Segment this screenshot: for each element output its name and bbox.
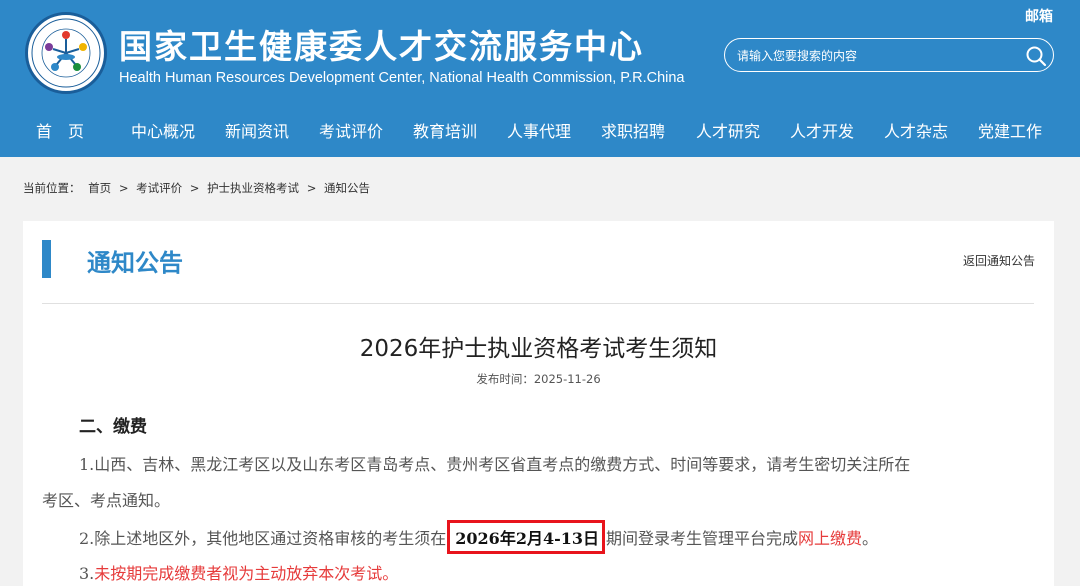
paragraph-2-end: 。 <box>862 529 879 548</box>
breadcrumb-separator: > <box>189 181 200 195</box>
site-title-chinese[interactable]: 国家卫生健康委人才交流服务中心 <box>119 20 644 68</box>
breadcrumb-exam[interactable]: 考试评价 <box>136 181 182 195</box>
publish-info: 发布时间：2025-11-26 <box>23 371 1054 387</box>
breadcrumb-prefix: 当前位置： <box>23 181 81 195</box>
logo-emblem-icon <box>31 18 101 88</box>
nav-home[interactable]: 首 页 <box>36 118 84 142</box>
paragraph-3-number: 3. <box>79 564 95 583</box>
breadcrumb-home[interactable]: 首页 <box>88 181 111 195</box>
nav-party[interactable]: 党建工作 <box>978 118 1042 142</box>
paragraph-2-text: 2.除上述地区外，其他地区通过资格审核的考生须在 <box>79 529 447 548</box>
paragraph-1-line-2: 考区、考点通知。 <box>42 491 171 510</box>
nav-development[interactable]: 人才开发 <box>790 118 854 142</box>
article-section-heading: 二、缴费 <box>79 417 147 437</box>
paragraph-2-text-middle: 期间登录考生管理平台完成 <box>606 529 799 548</box>
nav-magazine[interactable]: 人才杂志 <box>884 118 948 142</box>
breadcrumb: 当前位置： 首页 > 考试评价 > 护士执业资格考试 > 通知公告 <box>23 180 374 196</box>
paragraph-2: 2.除上述地区外，其他地区通过资格审核的考生须在 2026年2月4-13日 期间登录… <box>79 520 878 554</box>
back-to-notices-link[interactable]: 返回通知公告 <box>963 252 1035 269</box>
publish-date: 2025-11-26 <box>533 372 601 386</box>
breadcrumb-separator: > <box>306 181 317 195</box>
section-divider <box>42 303 1034 304</box>
nav-about[interactable]: 中心概况 <box>131 118 195 142</box>
nav-education[interactable]: 教育培训 <box>413 118 477 142</box>
payment-date-highlight: 2026年2月4-13日 <box>447 520 605 554</box>
nav-exam[interactable]: 考试评价 <box>319 118 383 142</box>
paragraph-3-warning: 未按期完成缴费者视为主动放弃本次考试。 <box>94 564 399 583</box>
nav-jobs[interactable]: 求职招聘 <box>601 118 665 142</box>
main-nav: 首 页 中心概况 新闻资讯 考试评价 教育培训 人事代理 求职招聘 人才研究 人… <box>0 112 1080 148</box>
nav-news[interactable]: 新闻资讯 <box>225 118 289 142</box>
nav-personnel[interactable]: 人事代理 <box>507 118 571 142</box>
article-title: 2026年护士执业资格考试考生须知 <box>359 336 718 362</box>
paragraph-3: 3.未按期完成缴费者视为主动放弃本次考试。 <box>79 560 398 584</box>
search-box <box>724 38 1054 72</box>
search-input[interactable] <box>737 46 1017 66</box>
breadcrumb-nurse-exam[interactable]: 护士执业资格考试 <box>207 181 299 195</box>
breadcrumb-notices[interactable]: 通知公告 <box>324 181 370 195</box>
section-title: 通知公告 <box>87 249 183 277</box>
publish-label: 发布时间： <box>476 372 534 386</box>
site-header: 国家卫生健康委人才交流服务中心 Health Human Resources D… <box>0 0 1080 157</box>
section-accent-bar <box>42 240 51 278</box>
online-payment-text: 网上缴费 <box>798 529 863 548</box>
search-icon[interactable] <box>1025 45 1047 71</box>
nav-research[interactable]: 人才研究 <box>696 118 760 142</box>
site-logo[interactable] <box>25 12 107 94</box>
paragraph-1-line-1: 1.山西、吉林、黑龙江考区以及山东考区青岛考点、贵州考区省直考点的缴费方式、时间… <box>79 455 911 474</box>
site-title-english: Health Human Resources Development Cente… <box>119 70 685 86</box>
mail-link[interactable]: 邮箱 <box>1025 6 1053 26</box>
content-card: 通知公告 返回通知公告 2026年护士执业资格考试考生须知 发布时间：2025-… <box>23 221 1054 586</box>
breadcrumb-separator: > <box>118 181 129 195</box>
